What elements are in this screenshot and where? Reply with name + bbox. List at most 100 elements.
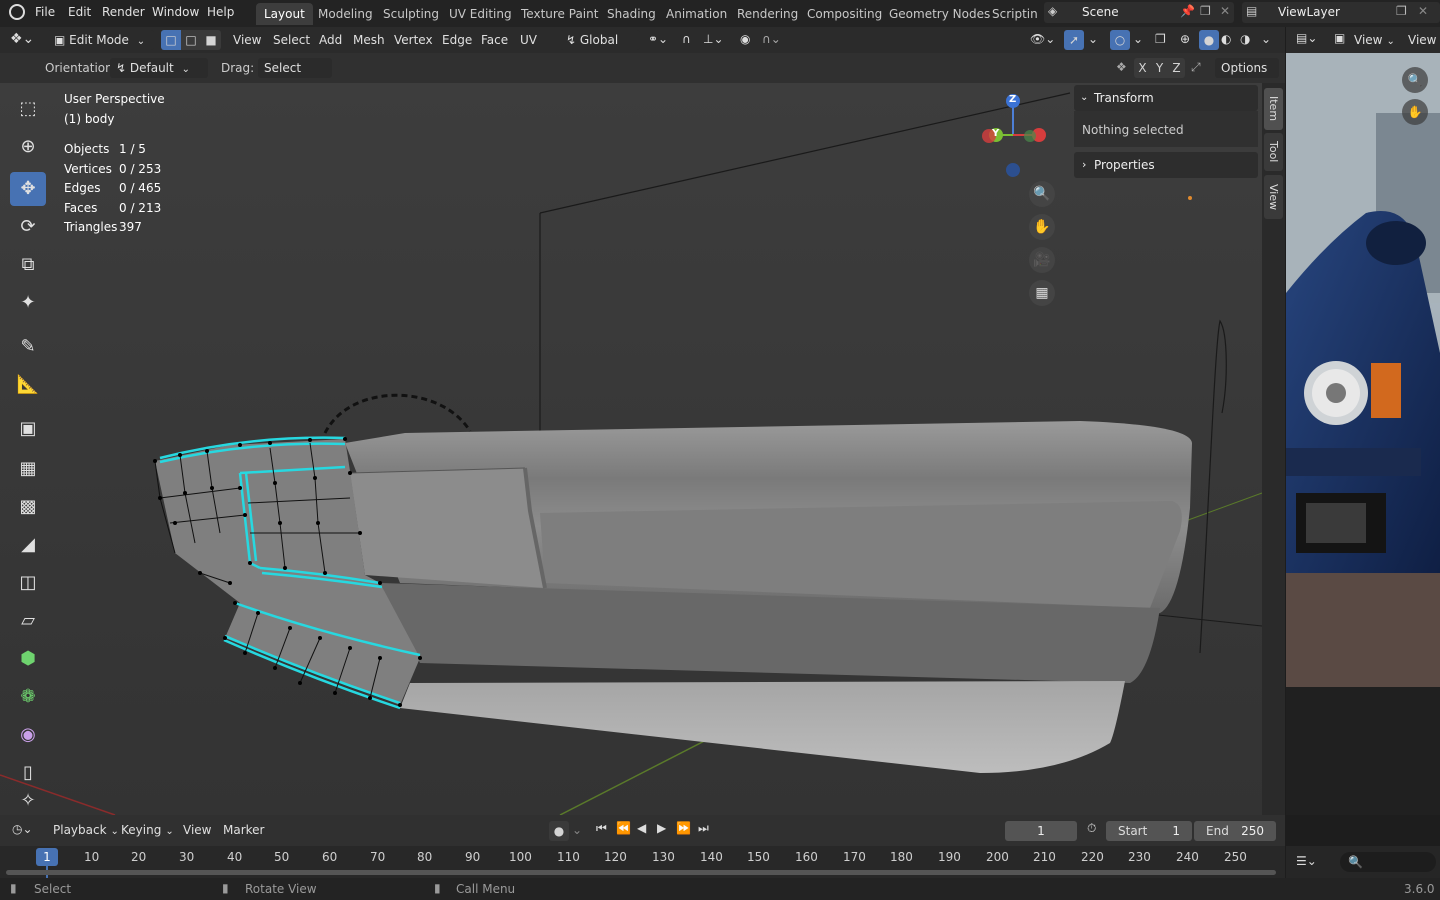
transform-panel-header[interactable]: ⌄ Transform: [1074, 85, 1258, 111]
tab-compositing[interactable]: Compositing: [799, 3, 890, 25]
next-keyframe-icon[interactable]: ⏩: [676, 821, 691, 835]
menu-add[interactable]: Add: [319, 30, 342, 50]
rotate-icon[interactable]: ⟳: [10, 210, 46, 244]
menu-face[interactable]: Face: [481, 30, 508, 50]
extrude-icon[interactable]: ▦: [10, 452, 46, 486]
spin-icon[interactable]: ❁: [10, 680, 46, 714]
falloff-icon[interactable]: ∩⌄: [762, 32, 781, 46]
image-editor[interactable]: ▤⌄ ▣ View View 🔍 ✋: [1286, 27, 1440, 815]
move-icon[interactable]: ✥: [10, 172, 46, 206]
image-view-menu-2[interactable]: View: [1408, 33, 1436, 47]
knife-icon[interactable]: ▱: [10, 604, 46, 638]
timeline-scrollbar[interactable]: [6, 870, 1276, 875]
menu-view[interactable]: View: [233, 30, 261, 50]
marker-menu[interactable]: Marker: [223, 823, 264, 837]
visibility-icon[interactable]: 👁⌄: [1030, 32, 1055, 46]
menu-edit[interactable]: Edit: [68, 5, 91, 19]
overlay-menu-icon[interactable]: ⌄: [1133, 32, 1143, 46]
close-scene-icon[interactable]: ✕: [1220, 4, 1230, 18]
blender-logo-icon[interactable]: [9, 4, 25, 20]
edge-slide-icon[interactable]: ▯: [10, 756, 46, 790]
menu-select[interactable]: Select: [273, 30, 310, 50]
image-mode-icon[interactable]: ▣: [1334, 31, 1345, 45]
snap-icon[interactable]: ∩: [682, 32, 691, 46]
playback-menu[interactable]: Playback: [53, 823, 119, 837]
options-dropdown[interactable]: Options: [1215, 58, 1279, 78]
scene-selector[interactable]: ◈ Scene 📌 ❐ ✕: [1044, 2, 1234, 23]
proportional-edit-icon[interactable]: ◉: [740, 32, 750, 46]
preview-range-icon[interactable]: ⏱: [1087, 821, 1096, 836]
tab-texture-paint[interactable]: Texture Paint: [513, 3, 606, 25]
prev-keyframe-icon[interactable]: ⏪: [616, 821, 631, 835]
xray-icon[interactable]: ❐: [1155, 32, 1166, 46]
record-icon[interactable]: ●: [549, 821, 569, 841]
timeline-editor-icon[interactable]: ◷⌄: [12, 822, 33, 836]
gizmo-neg-y-axis[interactable]: [1024, 130, 1036, 142]
axis-x-toggle[interactable]: X: [1134, 58, 1151, 78]
smooth-icon[interactable]: ◉: [10, 718, 46, 752]
shading-rendered-icon[interactable]: ◑: [1240, 32, 1250, 46]
snap-target-icon[interactable]: ⊥⌄: [703, 32, 724, 46]
tab-animation[interactable]: Animation: [658, 3, 735, 25]
scale-icon[interactable]: ⧉: [10, 248, 46, 282]
camera-view-icon[interactable]: 🎥: [1029, 247, 1055, 273]
new-scene-icon[interactable]: ❐: [1200, 4, 1211, 18]
tab-rendering[interactable]: Rendering: [729, 3, 806, 25]
menu-vertex[interactable]: Vertex: [394, 30, 433, 50]
image-view-menu[interactable]: View: [1354, 33, 1395, 47]
timeline-view-menu[interactable]: View: [183, 823, 211, 837]
image-zoom-icon[interactable]: 🔍: [1402, 67, 1428, 93]
tab-modeling[interactable]: Modeling: [310, 3, 381, 25]
shading-solid-icon[interactable]: ●: [1199, 30, 1219, 50]
transform-orientation[interactable]: ↯ Global: [560, 30, 640, 50]
cursor-icon[interactable]: ⊕: [10, 130, 46, 164]
keying-menu[interactable]: Keying: [121, 823, 174, 837]
auto-merge-icon[interactable]: ⤢: [1191, 60, 1201, 75]
inset-icon[interactable]: ▩: [10, 490, 46, 524]
drag-dropdown[interactable]: Select Box: [258, 58, 332, 95]
image-editor-type-icon[interactable]: ▤⌄: [1296, 31, 1317, 45]
viewlayer-selector[interactable]: ▤ ViewLayer ❐ ✕: [1242, 2, 1440, 23]
close-viewlayer-icon[interactable]: ✕: [1418, 4, 1428, 18]
pan-hand-icon[interactable]: ✋: [1029, 214, 1055, 240]
tab-sculpting[interactable]: Sculpting: [375, 3, 447, 25]
axis-y-toggle[interactable]: Y: [1151, 58, 1168, 78]
editor-type-icon[interactable]: ❖⌄: [10, 31, 34, 47]
tab-scripting[interactable]: Scripting: [984, 3, 1038, 25]
measure-icon[interactable]: 📐: [10, 368, 46, 402]
tab-item[interactable]: Item: [1264, 88, 1283, 130]
tab-uv-editing[interactable]: UV Editing: [441, 3, 520, 25]
transform-icon[interactable]: ✦: [10, 286, 46, 320]
gizmo-neg-z-axis[interactable]: [1006, 163, 1020, 177]
tab-layout[interactable]: Layout: [256, 3, 313, 25]
menu-render[interactable]: Render: [102, 5, 145, 19]
annotate-icon[interactable]: ✎: [10, 330, 46, 364]
play-reverse-icon[interactable]: ◀: [637, 821, 646, 835]
vertex-select-icon[interactable]: □: [161, 30, 181, 50]
shading-material-icon[interactable]: ◐: [1221, 32, 1231, 46]
tab-view[interactable]: View: [1264, 175, 1283, 219]
gizmo-menu-icon[interactable]: ⌄: [1088, 32, 1098, 46]
image-pan-icon[interactable]: ✋: [1402, 99, 1428, 125]
menu-help[interactable]: Help: [207, 5, 234, 19]
menu-file[interactable]: File: [35, 5, 55, 19]
menu-edge[interactable]: Edge: [442, 30, 472, 50]
tab-geometry-nodes[interactable]: Geometry Nodes: [881, 3, 998, 25]
axis-z-toggle[interactable]: Z: [1168, 58, 1185, 78]
display-mode-icon[interactable]: ☰⌄: [1296, 854, 1317, 868]
orientation-dropdown[interactable]: ↯ Default: [110, 58, 208, 78]
add-cube-icon[interactable]: ▣: [10, 412, 46, 446]
menu-uv[interactable]: UV: [520, 30, 537, 50]
shrink-fatten-icon[interactable]: ✧: [10, 790, 46, 812]
mirror-icon[interactable]: ❖: [1116, 60, 1127, 74]
playhead-frame[interactable]: 1: [36, 848, 58, 866]
overlay-toggle-icon[interactable]: ○: [1110, 30, 1130, 50]
select-box-icon[interactable]: ⬚: [10, 92, 46, 126]
play-icon[interactable]: ▶: [657, 821, 666, 835]
gizmo-toggle-icon[interactable]: ➚: [1064, 30, 1084, 50]
zoom-icon[interactable]: 🔍: [1029, 181, 1055, 207]
current-frame-field[interactable]: 1: [1005, 821, 1077, 841]
perspective-grid-icon[interactable]: ▦: [1029, 280, 1055, 306]
properties-panel-header[interactable]: › Properties: [1074, 152, 1258, 178]
edge-select-icon[interactable]: □: [181, 30, 201, 50]
